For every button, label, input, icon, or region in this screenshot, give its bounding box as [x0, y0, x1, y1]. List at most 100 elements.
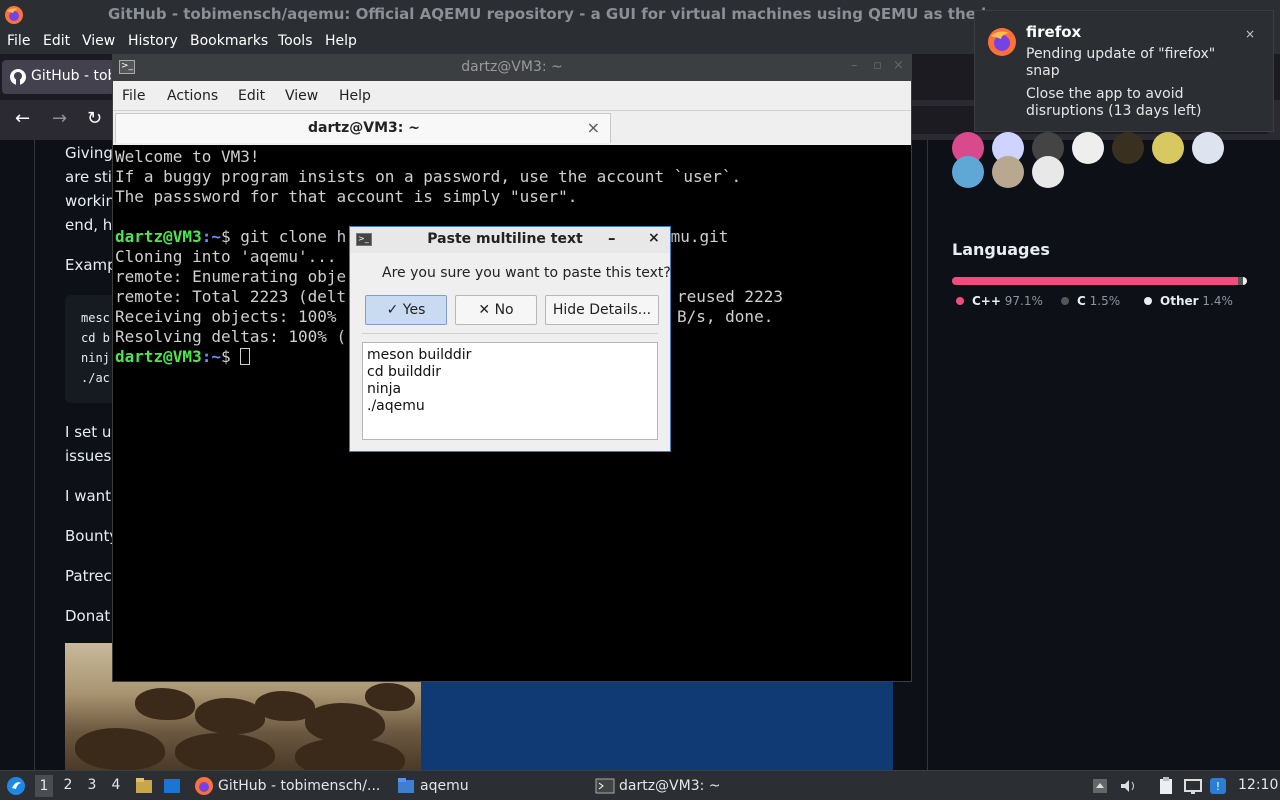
readme-text: Patrec	[65, 567, 112, 585]
minimize-icon[interactable]: –	[608, 229, 616, 247]
tray-up-arrow-icon[interactable]	[1090, 776, 1110, 796]
readme-text: are sti	[65, 168, 112, 186]
terminal-prompt-line: dartz@VM3:~$	[115, 347, 251, 367]
readme-screenshot	[421, 680, 893, 770]
desktop-icon[interactable]	[162, 776, 182, 796]
menu-bookmarks[interactable]: Bookmarks	[190, 33, 268, 49]
no-button[interactable]: ✕ No	[455, 295, 537, 325]
workspace-2[interactable]: 2	[59, 777, 77, 793]
contributor-avatar[interactable]	[1192, 132, 1224, 164]
terminal-line: Cloning into 'aqemu'...	[115, 247, 337, 266]
volume-icon[interactable]	[1118, 776, 1138, 796]
close-icon[interactable]: ×	[893, 58, 904, 73]
notification-text: Close the app to avoid	[1026, 86, 1184, 102]
paste-text-preview[interactable]: meson builddir cd builddir ninja ./aqemu	[362, 342, 658, 440]
x-icon: ✕	[478, 302, 491, 318]
contributor-avatar[interactable]	[1152, 132, 1184, 164]
folder-icon	[398, 778, 414, 793]
network-icon[interactable]	[1183, 776, 1203, 796]
readme-text: Giving	[65, 144, 113, 162]
paste-text-line: ./aqemu	[367, 398, 425, 414]
menu-history[interactable]: History	[128, 33, 178, 49]
menu-view[interactable]: View	[82, 33, 115, 49]
workspace-4[interactable]: 4	[107, 777, 125, 793]
taskbar-terminal[interactable]: dartz@VM3: ~	[619, 775, 721, 797]
divider	[362, 333, 658, 334]
notification-text: Pending update of "firefox"	[1026, 46, 1216, 62]
language-bar-segment	[1242, 277, 1247, 285]
code-line: ninj	[81, 351, 110, 365]
terminal-titlebar[interactable]: >_ dartz@VM3: ~ – ▫ ×	[113, 55, 911, 81]
update-notifier-icon[interactable]: !	[1208, 776, 1228, 796]
menu-file[interactable]: File	[7, 33, 30, 49]
minimize-icon[interactable]: –	[851, 58, 858, 73]
firefox-icon	[988, 28, 1016, 56]
terminal-menu-help[interactable]: Help	[339, 88, 371, 104]
workspace-3[interactable]: 3	[83, 777, 101, 793]
language-bar-segment	[952, 277, 1239, 285]
taskbar-firefox[interactable]: GitHub - tobimensch/...	[218, 775, 380, 797]
terminal-menu-view[interactable]: View	[285, 88, 318, 104]
browser-tab-label: GitHub - tobi	[31, 68, 111, 84]
browser-tab[interactable]: GitHub - tobi	[2, 60, 114, 94]
workspace-1[interactable]: 1	[35, 775, 53, 797]
taskbar-folder[interactable]: aqemu	[420, 775, 469, 797]
file-manager-icon[interactable]	[134, 776, 154, 796]
close-icon[interactable]: ×	[1245, 27, 1255, 41]
clock[interactable]: 12:10	[1238, 777, 1278, 793]
contributor-avatar[interactable]	[1032, 156, 1064, 188]
terminal-menu-edit[interactable]: Edit	[238, 88, 265, 104]
readme-text: I set u	[65, 423, 112, 441]
terminal-command-line: dartz@VM3:~$ git clone h	[115, 227, 347, 246]
paste-multiline-dialog: >_ Paste multiline text – × Are you sure…	[349, 226, 671, 452]
menu-edit[interactable]: Edit	[43, 33, 70, 49]
terminal-menu-file[interactable]: File	[122, 88, 145, 104]
reload-icon[interactable]: ↻	[87, 108, 102, 129]
close-icon[interactable]: ×	[648, 230, 660, 246]
terminal-line: The passsword for that account is simply…	[115, 187, 578, 206]
terminal-menu-actions[interactable]: Actions	[167, 88, 218, 104]
menu-help[interactable]: Help	[325, 33, 357, 49]
languages-bar	[952, 277, 1247, 285]
contributor-avatar[interactable]	[1112, 132, 1144, 164]
contributor-avatar[interactable]	[952, 156, 984, 188]
dialog-titlebar[interactable]: >_ Paste multiline text – ×	[350, 227, 670, 253]
notification-app: firefox	[1026, 23, 1082, 41]
code-line: mesc	[81, 311, 110, 325]
desktop: GitHub - tobimensch/aqemu: Official AQEM…	[0, 0, 1280, 800]
contributor-avatar[interactable]	[1072, 132, 1104, 164]
language-dot-icon	[1061, 297, 1069, 305]
terminal-line: remote: Enumerating obje	[115, 267, 347, 286]
hide-details-button[interactable]: Hide Details...	[545, 295, 659, 325]
terminal-tab-label: dartz@VM3: ~	[308, 120, 420, 136]
terminal-line: Resolving deltas: 100% (	[115, 327, 347, 346]
terminal-menubar: File Actions Edit View Help	[113, 81, 911, 111]
tab-close-icon[interactable]: ×	[587, 118, 600, 137]
github-icon	[10, 69, 26, 85]
svg-text:!: !	[1216, 780, 1220, 793]
repo-sidebar: Languages C++ 97.1% C 1.5% Other 1.4%	[928, 132, 1280, 770]
code-line: ./ac	[81, 371, 110, 385]
clipboard-icon[interactable]	[1156, 776, 1176, 796]
code-line: cd b	[81, 331, 110, 345]
start-menu-icon[interactable]	[6, 776, 26, 796]
snap-update-notification[interactable]: firefox × Pending update of "firefox" sn…	[974, 10, 1274, 132]
language-item: Other 1.4%	[1144, 294, 1233, 308]
back-icon[interactable]: ←	[15, 108, 30, 129]
terminal-line: Welcome to VM3!	[115, 147, 260, 166]
menu-tools[interactable]: Tools	[278, 33, 313, 49]
contributor-avatar[interactable]	[992, 156, 1024, 188]
dialog-title: Paste multiline text	[427, 231, 583, 247]
terminal-tab[interactable]: dartz@VM3: ~ ×	[115, 113, 611, 143]
terminal-line: If a buggy program insists on a password…	[115, 167, 742, 186]
language-item: C++ 97.1%	[956, 294, 1043, 308]
yes-button[interactable]: ✓ Yes	[365, 295, 447, 325]
terminal-icon	[595, 778, 615, 794]
readme-text: issues	[65, 447, 112, 465]
taskbar: 1 2 3 4 GitHub - tobimensch/... aqemu da…	[0, 770, 1280, 800]
maximize-icon[interactable]: ▫	[873, 58, 882, 73]
text-cursor	[240, 348, 251, 365]
paste-text-line: ninja	[367, 381, 402, 397]
notification-text: disruptions (13 days left)	[1026, 103, 1202, 119]
forward-icon[interactable]: →	[52, 108, 67, 129]
